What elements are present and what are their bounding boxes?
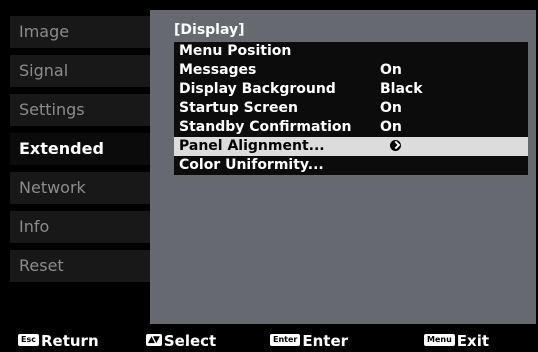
menu-row-value: On: [380, 100, 402, 116]
menu-row-value: Black: [380, 81, 423, 97]
hint-return[interactable]: Esc Return: [18, 332, 99, 350]
menu-row-label: Messages: [179, 62, 257, 78]
sidebar-item-signal[interactable]: Signal: [10, 55, 158, 87]
menu-row-label: Color Uniformity...: [179, 157, 324, 173]
sidebar-item-label: Settings: [19, 100, 85, 119]
sidebar-item-settings[interactable]: Settings: [10, 94, 158, 126]
sidebar-item-label: Extended: [19, 139, 104, 158]
menu-row-panel-alignment[interactable]: Panel Alignment...: [174, 137, 528, 156]
menu-row-standby-confirmation[interactable]: Standby Confirmation On: [174, 118, 528, 137]
sidebar-item-label: Reset: [19, 256, 64, 275]
esc-key-icon: Esc: [18, 333, 39, 346]
menu-row-messages[interactable]: Messages On: [174, 61, 528, 80]
menu-row-label: Panel Alignment...: [179, 138, 325, 154]
menu-row-label: Startup Screen: [179, 100, 298, 116]
enter-key-icon: Enter: [270, 333, 301, 346]
enter-cursor-icon: [390, 140, 401, 151]
sidebar-item-label: Info: [19, 217, 50, 236]
menu-row-menu-position[interactable]: Menu Position: [174, 42, 528, 61]
menu-key-icon: Menu: [424, 333, 455, 346]
panel-title: [Display]: [174, 22, 245, 38]
sidebar-item-label: Signal: [19, 61, 69, 80]
sidebar-item-label: Network: [19, 178, 86, 197]
menu-row-value: On: [380, 119, 402, 135]
menu-row-label: Display Background: [179, 81, 336, 97]
hint-exit[interactable]: Menu Exit: [424, 332, 489, 350]
menu-row-startup-screen[interactable]: Startup Screen On: [174, 99, 528, 118]
settings-panel: [Display] Menu Position Messages On Disp…: [150, 10, 536, 324]
footer-hints: Esc Return ▲▼ Select Enter Enter Menu Exit: [0, 330, 538, 352]
sidebar-item-label: Image: [19, 22, 70, 41]
hint-label: Exit: [456, 332, 490, 350]
sidebar-item-info[interactable]: Info: [10, 211, 158, 243]
hint-label: Return: [40, 332, 99, 350]
menu-row-label: Menu Position: [179, 43, 292, 59]
projector-menu-screen: Image Signal Settings Extended Network I…: [0, 0, 538, 352]
menu-row-value: On: [380, 62, 402, 78]
hint-label: Enter: [302, 332, 349, 350]
hint-select[interactable]: ▲▼ Select: [146, 332, 216, 350]
hint-enter[interactable]: Enter Enter: [270, 332, 348, 350]
sidebar-item-network[interactable]: Network: [10, 172, 158, 204]
sidebar-item-extended[interactable]: Extended: [10, 133, 160, 165]
hint-label: Select: [163, 332, 217, 350]
menu-row-color-uniformity[interactable]: Color Uniformity...: [174, 156, 528, 175]
sidebar-item-reset[interactable]: Reset: [10, 250, 158, 282]
sidebar-item-image[interactable]: Image: [10, 16, 158, 48]
menu-row-label: Standby Confirmation: [179, 119, 352, 135]
arrow-keys-icon: ▲▼: [146, 333, 162, 346]
menu-row-display-background[interactable]: Display Background Black: [174, 80, 528, 99]
